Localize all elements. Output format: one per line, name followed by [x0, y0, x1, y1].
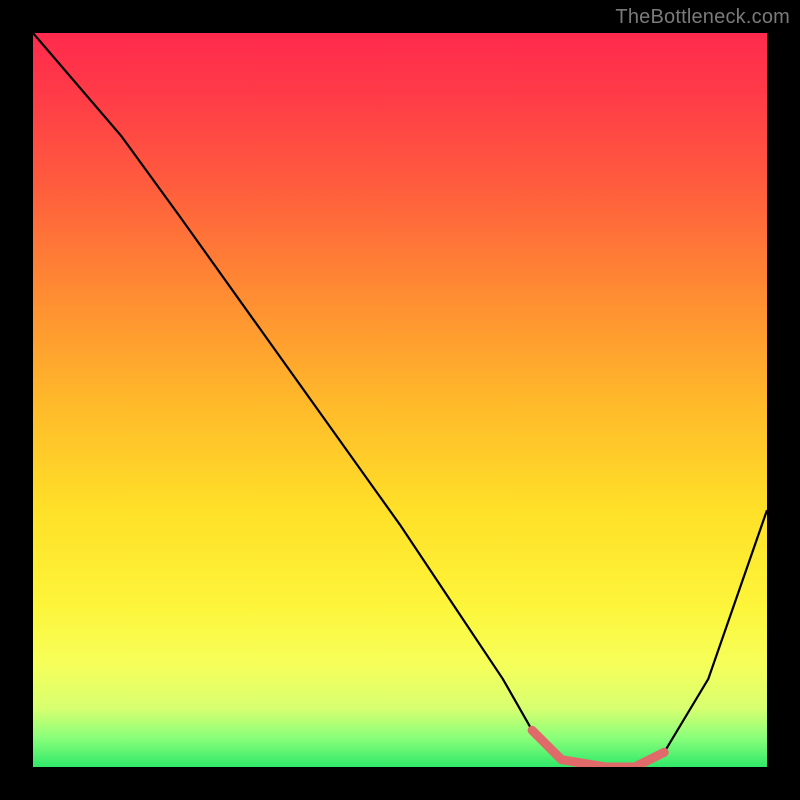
chart-svg: [33, 33, 767, 767]
watermark-text: TheBottleneck.com: [615, 6, 790, 29]
bottleneck-curve: [33, 33, 767, 767]
chart-plot-area: [33, 33, 767, 767]
chart-frame: TheBottleneck.com: [0, 0, 800, 800]
optimal-zone-highlight: [532, 730, 664, 767]
